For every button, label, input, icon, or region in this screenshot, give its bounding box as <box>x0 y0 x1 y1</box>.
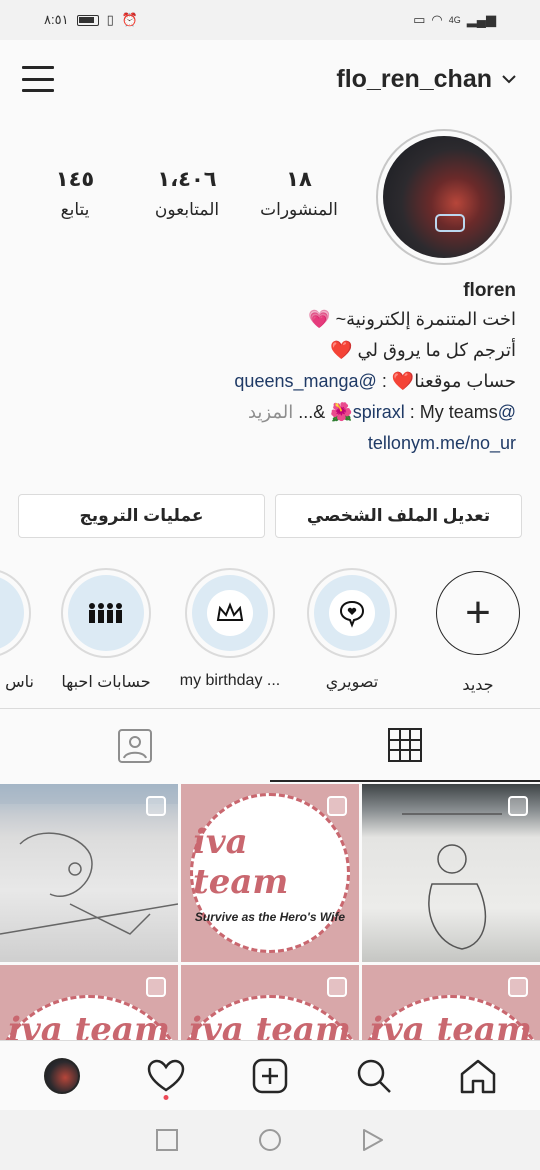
following-label: يتابع <box>60 200 90 219</box>
nav-home[interactable] <box>448 1046 508 1106</box>
heart-bubble-icon <box>329 590 375 636</box>
highlight-new[interactable]: + جديد <box>430 568 526 695</box>
site-handle-link[interactable]: @queens_manga <box>234 371 376 391</box>
team-text: iva team <box>193 822 289 902</box>
profile-avatar-icon <box>44 1057 80 1094</box>
nav-new-post[interactable] <box>240 1046 300 1106</box>
post-thumbnail[interactable]: iva team <box>181 965 359 1040</box>
highlight-item[interactable]: ناس <box>0 568 34 692</box>
signal-icon: ▂▄▆ <box>466 12 496 27</box>
multi-post-icon <box>508 796 528 816</box>
posts-count: ١٨ <box>286 168 312 191</box>
home-icon <box>460 1059 496 1093</box>
post-thumbnail[interactable]: iva team <box>362 965 540 1040</box>
back-icon[interactable] <box>362 1128 384 1152</box>
followers-label: المتابعون <box>154 200 220 219</box>
cast-icon: ▭ <box>413 12 426 27</box>
story-highlights: + جديد تصويري my birthday ... حسابات احب… <box>0 568 540 698</box>
highlight-item[interactable]: my birthday ... <box>172 568 288 690</box>
post-thumbnail[interactable]: iva team <box>0 965 178 1040</box>
highlight-label: حسابات احبها <box>61 674 151 691</box>
heart-icon <box>147 1059 185 1091</box>
bio: floren اخت المتنمرة إلكترونية~ 💗 أترجم ك… <box>16 278 516 459</box>
followers-count: ١،٤٠٦ <box>157 168 217 191</box>
following-count: ١٤٥ <box>55 168 95 191</box>
team-badge: iva team Survive as the Hero's Wife <box>190 793 350 953</box>
bio-line-2: أترجم كل ما يروق لي ❤️ <box>330 340 516 360</box>
people-icon <box>83 590 129 636</box>
bottom-navigation <box>0 1040 540 1110</box>
recents-icon[interactable] <box>156 1129 178 1151</box>
posts-grid: iva team Survive as the Hero's Wife iva … <box>0 784 540 1040</box>
display-name: floren <box>463 280 516 301</box>
external-link[interactable]: tellonym.me/no_ur <box>16 428 516 459</box>
add-post-icon <box>252 1058 288 1093</box>
highlight-label: تصويري <box>325 674 379 691</box>
team-text: iva team <box>370 1010 532 1040</box>
bio-line-4: @spiraxl : My teams🌺 &... المزيد <box>16 397 516 428</box>
wifi-icon: ◠ <box>431 12 443 27</box>
tagged-icon <box>118 728 152 763</box>
clock: ٨:٥١ <box>44 12 69 27</box>
plus-icon: + <box>436 571 520 655</box>
nav-activity[interactable] <box>136 1046 196 1106</box>
status-bar: ٨:٥١ ▯ ⏰ ▭ ◠ 4G ▂▄▆ <box>0 0 540 40</box>
multi-post-icon <box>146 977 166 997</box>
stat-following[interactable]: ١٤٥ يتابع <box>20 167 130 220</box>
status-right: ▭ ◠ 4G ▂▄▆ <box>413 12 496 28</box>
search-icon <box>357 1059 391 1093</box>
username: flo_ren_chan <box>336 64 492 93</box>
avatar-image <box>383 136 505 258</box>
tab-tagged[interactable] <box>0 709 270 782</box>
menu-icon[interactable] <box>22 66 54 92</box>
bio-line-3: حساب موقعنا❤️ : @queens_manga <box>16 366 516 397</box>
crown-icon <box>207 590 253 636</box>
stat-followers[interactable]: ١،٤٠٦ المتابعون <box>132 167 242 220</box>
home-button-icon[interactable] <box>258 1128 282 1152</box>
nav-profile[interactable] <box>32 1046 92 1106</box>
alarm-icon: ⏰ <box>121 12 138 27</box>
caption-text: Survive as the Hero's Wife <box>194 910 346 924</box>
bio-line-1: اخت المتنمرة إلكترونية~ 💗 <box>308 309 516 329</box>
post-thumbnail[interactable] <box>362 784 540 962</box>
highlight-label: جديد <box>462 677 494 694</box>
chevron-down-icon <box>502 75 516 84</box>
profile-summary: ١٨ المنشورات ١،٤٠٦ المتابعون ١٤٥ يتابع <box>0 125 540 265</box>
team-text: iva team <box>8 1010 170 1040</box>
profile-actions: عمليات الترويج تعديل الملف الشخصي <box>18 494 522 538</box>
multi-post-icon <box>327 796 347 816</box>
more-link[interactable]: المزيد <box>248 402 298 422</box>
tab-grid[interactable] <box>270 709 540 782</box>
edit-profile-button[interactable]: تعديل الملف الشخصي <box>275 494 522 538</box>
highlight-label: my birthday ... <box>179 672 281 689</box>
highlight-item[interactable]: تصويري <box>304 568 400 692</box>
battery-icon <box>76 14 99 26</box>
top-bar: flo_ren_chan <box>0 40 540 118</box>
account-switcher[interactable]: flo_ren_chan <box>336 65 516 94</box>
post-thumbnail[interactable]: iva team Survive as the Hero's Wife <box>181 784 359 962</box>
system-navigation <box>0 1110 540 1170</box>
highlight-label: ناس <box>5 674 34 691</box>
post-thumbnail[interactable] <box>0 784 178 962</box>
highlight-item[interactable]: حسابات احبها <box>50 568 162 692</box>
grid-icon <box>388 727 422 762</box>
posts-label: المنشورات <box>260 200 338 219</box>
multi-post-icon <box>508 977 528 997</box>
content-tabs <box>0 708 540 782</box>
nav-search[interactable] <box>344 1046 404 1106</box>
network-label: 4G <box>448 15 461 25</box>
promotions-button[interactable]: عمليات الترويج <box>18 494 265 538</box>
multi-post-icon <box>146 796 166 816</box>
team-text: iva team <box>189 1010 351 1040</box>
stat-posts[interactable]: ١٨ المنشورات <box>244 167 354 220</box>
site-label: حساب موقعنا❤️ : <box>376 371 516 391</box>
status-left: ٨:٥١ ▯ ⏰ <box>44 12 138 28</box>
vibrate-icon: ▯ <box>106 12 114 27</box>
notification-dot <box>163 1094 169 1100</box>
profile-avatar[interactable] <box>376 129 512 265</box>
multi-post-icon <box>327 977 347 997</box>
